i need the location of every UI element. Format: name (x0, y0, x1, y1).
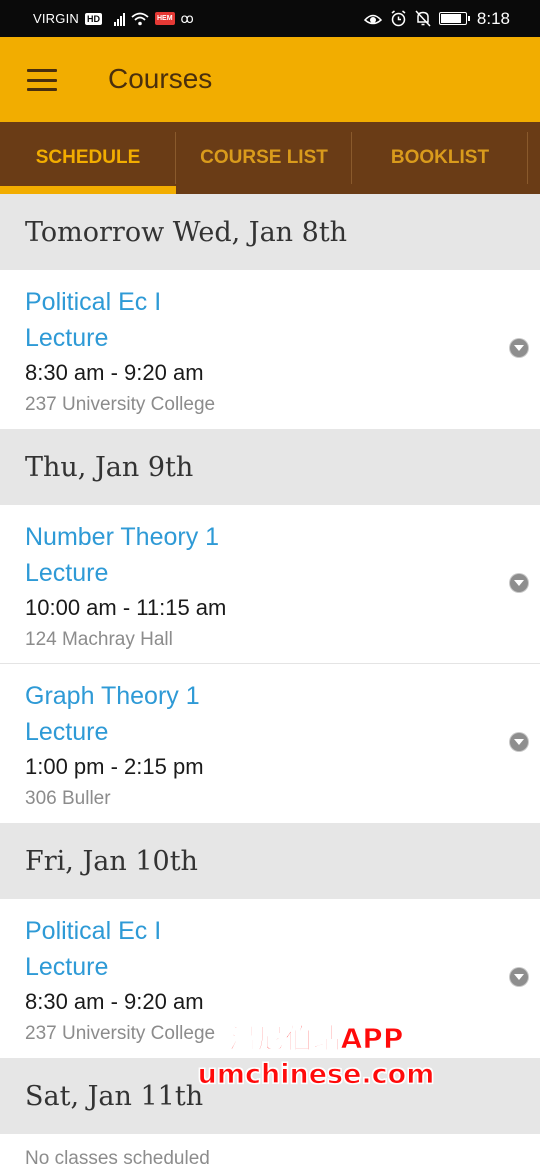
tab-course-list[interactable]: COURSE LIST (176, 122, 352, 194)
wifi-icon (131, 12, 149, 25)
course-time: 1:00 pm - 2:15 pm (25, 754, 204, 779)
day-header: Tomorrow Wed, Jan 8th (0, 194, 540, 270)
signal-icon (113, 12, 125, 26)
voicemail-icon: ꝏ (180, 10, 194, 26)
course-type[interactable]: Lecture (25, 555, 540, 591)
page-title: Courses (108, 63, 213, 94)
watermark-line-1: 温尼伯站APP (228, 1022, 404, 1056)
course-time: 10:00 am - 11:15 am (25, 595, 227, 620)
alarm-icon (391, 10, 406, 27)
course-row[interactable]: Graph Theory 1 Lecture 1:00 pm - 2:15 pm… (0, 664, 540, 823)
tab-divider (527, 132, 528, 184)
app-bar: Courses (0, 37, 540, 122)
watermark: 温尼伯站APP umchinese.com (196, 1020, 436, 1092)
course-type[interactable]: Lecture (25, 949, 540, 985)
battery-icon (438, 12, 470, 25)
carrier-name: VIRGIN (33, 11, 79, 26)
course-time: 8:30 am - 9:20 am (25, 989, 204, 1014)
tab-label: SCHEDULE (35, 147, 141, 168)
day-header: Thu, Jan 9th (0, 429, 540, 505)
watermark-line-2: umchinese.com (197, 1059, 435, 1091)
course-row[interactable]: Political Ec I Lecture 8:30 am - 9:20 am… (0, 270, 540, 429)
tab-bar: SCHEDULE COURSE LIST BOOKLIST (0, 122, 540, 194)
hd-badge: HD (84, 12, 102, 25)
chevron-down-icon[interactable] (510, 339, 528, 357)
chevron-down-icon[interactable] (510, 574, 528, 592)
course-location: 237 University College (25, 394, 216, 415)
tab-label: BOOKLIST (390, 147, 490, 168)
battery-level (440, 14, 461, 23)
course-name[interactable]: Political Ec I (25, 284, 540, 320)
notification-badge: HEM (154, 12, 175, 25)
course-name[interactable]: Graph Theory 1 (25, 678, 540, 714)
course-row[interactable]: Number Theory 1 Lecture 10:00 am - 11:15… (0, 505, 540, 664)
course-location: 124 Machray Hall (25, 629, 173, 650)
tab-schedule[interactable]: SCHEDULE (0, 122, 176, 194)
status-left: VIRGIN HD HEM ꝏ (33, 0, 194, 37)
course-type[interactable]: Lecture (25, 320, 540, 356)
hamburger-menu-icon[interactable] (27, 69, 57, 91)
course-location: 306 Buller (25, 788, 111, 809)
course-name[interactable]: Political Ec I (25, 913, 540, 949)
tab-label: COURSE LIST (200, 147, 328, 168)
course-name[interactable]: Number Theory 1 (25, 519, 540, 555)
eye-icon (363, 14, 382, 24)
chevron-down-icon[interactable] (510, 968, 528, 986)
course-time: 8:30 am - 9:20 am (25, 360, 204, 385)
chevron-down-icon[interactable] (510, 733, 528, 751)
tab-booklist[interactable]: BOOKLIST (352, 122, 528, 194)
day-header: Fri, Jan 10th (0, 823, 540, 899)
clock: 8:18 (476, 8, 510, 28)
empty-day-message: No classes scheduled (25, 1148, 210, 1169)
status-right: 8:18 (363, 0, 510, 37)
status-bar: VIRGIN HD HEM ꝏ 8:18 (0, 0, 540, 37)
mute-icon (415, 10, 431, 27)
course-type[interactable]: Lecture (25, 714, 540, 750)
